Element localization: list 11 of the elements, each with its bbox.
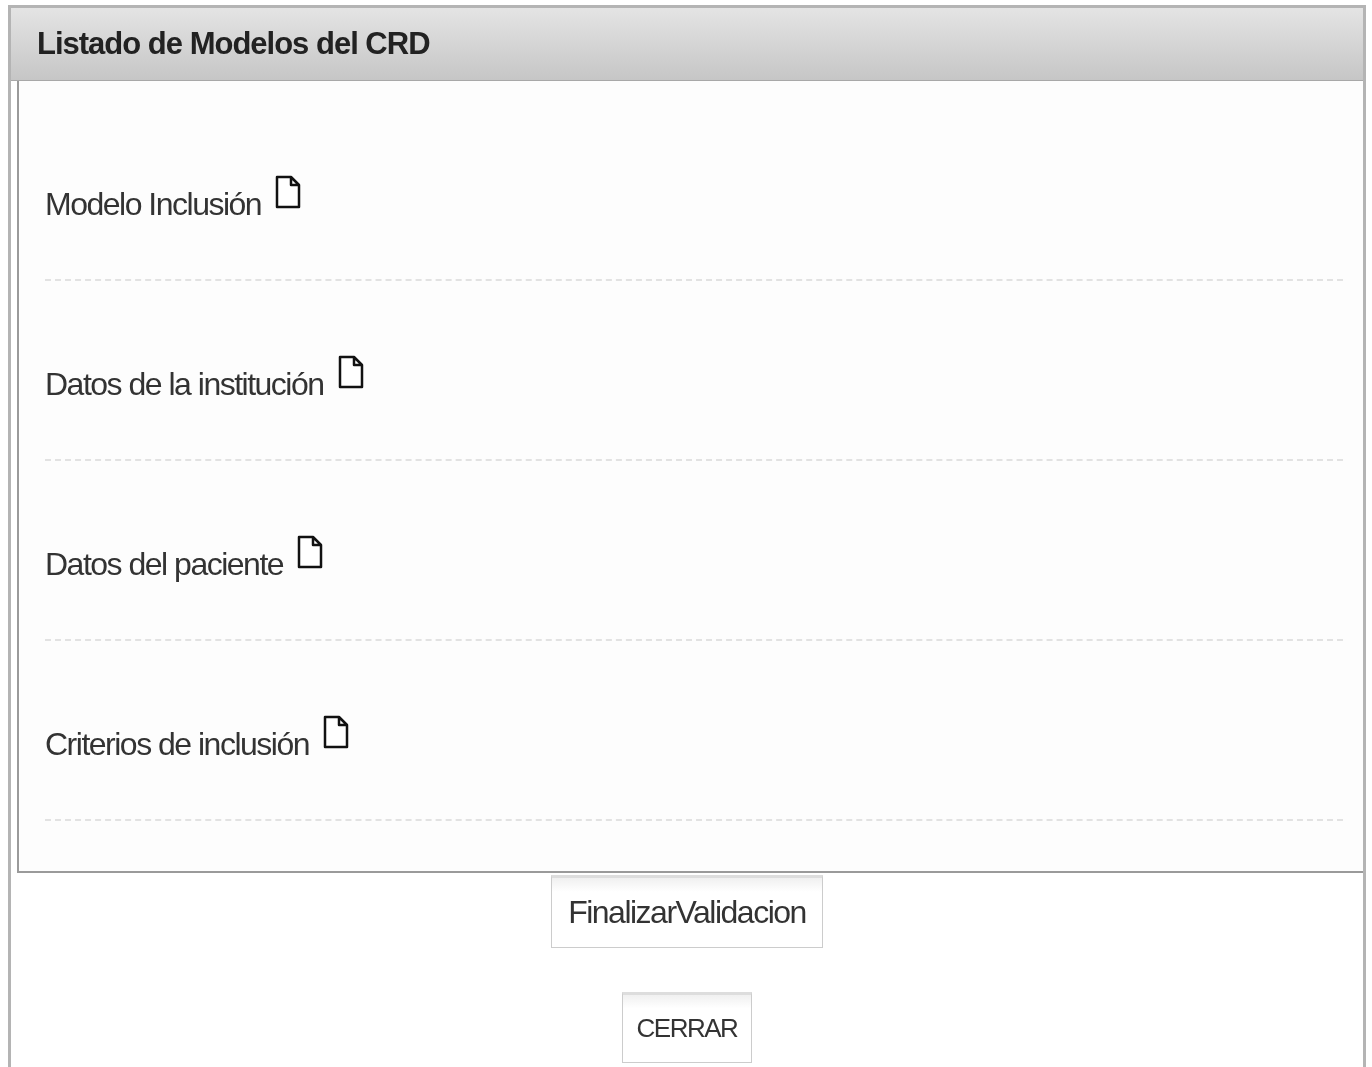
model-label: Modelo Inclusión	[45, 185, 262, 223]
panel-title: Listado de Modelos del CRD	[37, 26, 430, 62]
model-label: Datos de la institución	[45, 365, 324, 403]
document-icon[interactable]	[323, 715, 349, 749]
document-icon[interactable]	[275, 175, 302, 209]
model-label: Criterios de inclusión	[45, 725, 309, 763]
document-icon[interactable]	[337, 355, 364, 389]
document-icon[interactable]	[297, 535, 324, 569]
model-label: Datos del paciente	[45, 545, 284, 583]
close-button[interactable]: CERRAR	[621, 992, 753, 1063]
finalize-button[interactable]: FinalizarValidacion	[551, 875, 823, 948]
